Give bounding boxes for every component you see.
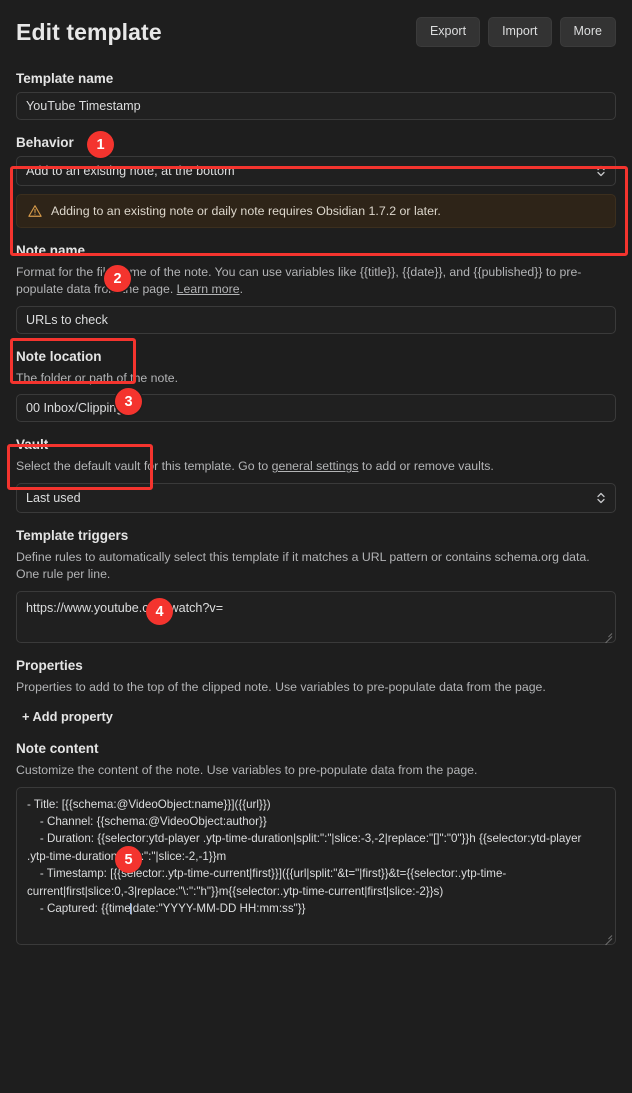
- annotation-badge-4: 4: [146, 598, 173, 625]
- vault-field: Vault Select the default vault for this …: [16, 436, 616, 513]
- note-name-desc-before: Format for the file name of the note. Yo…: [16, 265, 582, 297]
- note-location-description: The folder or path of the note.: [16, 370, 179, 385]
- annotation-badge-2: 2: [104, 265, 131, 292]
- add-property-button[interactable]: + Add property: [16, 705, 117, 728]
- page-header: Edit template Export Import More: [16, 0, 616, 56]
- behavior-notice-text: Adding to an existing note or daily note…: [51, 204, 441, 218]
- note-content-after-caret: |date:"YYYY-MM-DD HH:mm:ss"}}: [129, 901, 306, 915]
- note-name-input[interactable]: [16, 305, 616, 334]
- annotation-badge-5: 5: [115, 846, 142, 873]
- properties-label: Properties: [16, 657, 83, 673]
- properties-field: Properties Properties to add to the top …: [16, 657, 616, 728]
- behavior-select-wrap: Add to an existing note, at the bottom: [16, 156, 616, 186]
- note-content-textarea[interactable]: - Title: [{{schema:@VideoObject:name}}](…: [16, 786, 616, 945]
- note-location-field: Note location The folder or path of the …: [16, 348, 616, 423]
- behavior-notice: Adding to an existing note or daily note…: [16, 194, 616, 228]
- general-settings-link[interactable]: general settings: [272, 459, 359, 473]
- annotation-badge-1: 1: [87, 131, 114, 158]
- export-button[interactable]: Export: [415, 17, 481, 47]
- template-name-field: Template name: [16, 70, 616, 120]
- vault-desc-before: Select the default vault for this templa…: [16, 459, 272, 474]
- warning-triangle-icon: [28, 204, 42, 218]
- note-name-label: Note name: [16, 243, 86, 258]
- vault-description: Select the default vault for this templa…: [16, 458, 616, 475]
- template-name-input[interactable]: [16, 92, 616, 120]
- template-triggers-label: Template triggers: [16, 527, 129, 543]
- note-name-field: Note name Format for the file name of th…: [16, 242, 616, 334]
- vault-select-wrap: Last used: [16, 482, 616, 513]
- note-content-field: Note content Customize the content of th…: [16, 740, 616, 945]
- template-triggers-textarea[interactable]: https://www.youtube.com/watch?v=: [16, 590, 616, 643]
- note-name-desc-after: .: [239, 282, 243, 297]
- vault-desc-after: to add or remove vaults.: [358, 459, 494, 474]
- import-button[interactable]: Import: [488, 17, 552, 47]
- header-actions: Export Import More: [415, 17, 616, 47]
- annotation-badge-3: 3: [115, 388, 142, 415]
- more-button[interactable]: More: [559, 17, 616, 47]
- note-location-input[interactable]: [16, 394, 616, 423]
- edit-template-page: Edit template Export Import More Templat…: [0, 0, 632, 1093]
- vault-select[interactable]: Last used: [16, 482, 616, 513]
- template-triggers-box: https://www.youtube.com/watch?v=: [16, 590, 616, 643]
- behavior-label: Behavior: [16, 135, 74, 150]
- behavior-select[interactable]: Add to an existing note, at the bottom: [16, 156, 616, 186]
- note-content-box: - Title: [{{schema:@VideoObject:name}}](…: [16, 786, 616, 945]
- page-title: Edit template: [16, 18, 162, 45]
- learn-more-link[interactable]: Learn more: [177, 282, 240, 296]
- properties-description: Properties to add to the top of the clip…: [16, 679, 546, 694]
- template-triggers-field: Template triggers Define rules to automa…: [16, 527, 616, 643]
- vault-label: Vault: [16, 437, 49, 453]
- note-location-label: Note location: [16, 348, 102, 364]
- note-content-before-caret: - Title: [{{schema:@VideoObject:name}}](…: [27, 797, 582, 915]
- note-content-label: Note content: [16, 741, 99, 757]
- template-name-label: Template name: [16, 71, 114, 86]
- note-content-description: Customize the content of the note. Use v…: [16, 763, 478, 778]
- template-triggers-description: Define rules to automatically select thi…: [16, 549, 590, 582]
